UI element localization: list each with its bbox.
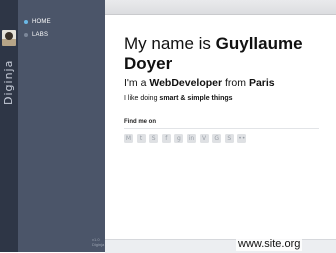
nav-item-home[interactable]: HOME xyxy=(24,16,51,28)
nav-dot-icon xyxy=(24,20,28,24)
subtitle: I'm a WebDeveloper from Paris xyxy=(124,77,329,90)
facebook-icon[interactable]: f xyxy=(161,134,171,143)
avatar[interactable] xyxy=(2,30,16,46)
nav-dot-icon xyxy=(24,33,28,37)
skype-icon[interactable]: S xyxy=(149,134,159,143)
subtitle-middle: from xyxy=(222,77,249,89)
brand-logo[interactable]: Diginja xyxy=(2,45,16,105)
subtitle-prefix: I'm a xyxy=(124,77,150,89)
sidebar-footer: v1.0 Diginja xyxy=(92,237,104,247)
divider xyxy=(124,128,319,129)
page-title: My name is Guyllaume Doyer xyxy=(124,34,329,74)
main-nav: HOME LABS xyxy=(24,16,51,42)
social-icons: Mt Sf g in V G S •• xyxy=(124,134,250,143)
sidebar-footer-brand: Diginja xyxy=(92,242,105,247)
sidebar: Diginja HOME LABS v1.0 Diginja xyxy=(0,0,105,252)
tagline-prefix: I like doing xyxy=(124,95,160,102)
intro-section: My name is Guyllaume Doyer I'm a WebDeve… xyxy=(124,34,329,103)
sidebar-rail: Diginja xyxy=(0,0,18,252)
role: WebDeveloper xyxy=(149,77,223,89)
social-heading: Find me on xyxy=(124,119,156,125)
stackoverflow-icon[interactable]: S xyxy=(224,134,234,143)
tagline-strong: smart & simple things xyxy=(159,95,233,102)
github-icon[interactable]: G xyxy=(212,134,222,143)
flickr-icon[interactable]: •• xyxy=(237,134,247,143)
gmail-icon[interactable]: M xyxy=(124,134,133,143)
top-bar xyxy=(105,0,336,15)
viadeo-icon[interactable]: V xyxy=(199,134,209,143)
tagline: I like doing smart & simple things xyxy=(124,94,329,103)
nav-item-label: HOME xyxy=(32,19,51,25)
watermark: www.site.org xyxy=(236,238,303,251)
title-prefix: My name is xyxy=(124,34,216,53)
linkedin-icon[interactable]: in xyxy=(186,134,196,143)
nav-item-labs[interactable]: LABS xyxy=(24,29,51,41)
twitter-icon[interactable]: t xyxy=(136,134,146,143)
nav-item-label: LABS xyxy=(32,32,49,38)
city: Paris xyxy=(248,77,275,89)
google-plus-icon[interactable]: g xyxy=(174,134,184,143)
